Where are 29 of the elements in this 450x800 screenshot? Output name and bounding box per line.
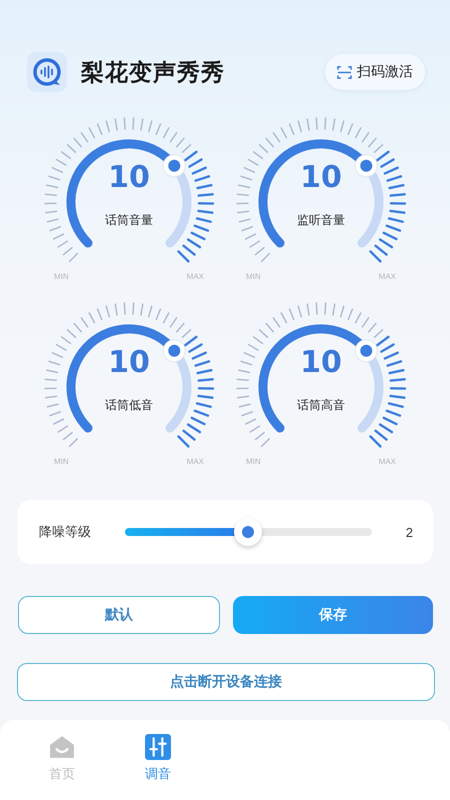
dial-value: 10 xyxy=(299,160,343,195)
dial-label: 话筒音量 xyxy=(104,212,154,229)
min-label: MIN xyxy=(54,457,69,466)
save-button[interactable]: 保存 xyxy=(233,596,433,634)
scan-activate-button[interactable]: 扫码激活 xyxy=(325,54,425,90)
dial-value: 10 xyxy=(299,345,343,380)
dial-label: 监听音量 xyxy=(296,212,346,229)
min-label: MIN xyxy=(246,457,261,466)
max-label: MAX xyxy=(378,272,396,281)
dial-label: 话筒低音 xyxy=(104,397,154,414)
min-label: MIN xyxy=(246,272,261,281)
noise-label: 降噪等级 xyxy=(39,524,91,541)
default-button[interactable]: 默认 xyxy=(18,596,220,634)
slider-thumb[interactable] xyxy=(234,518,262,546)
max-label: MAX xyxy=(378,457,396,466)
sliders-icon xyxy=(145,734,171,760)
home-icon xyxy=(49,734,75,760)
tab[interactable]: 调音 xyxy=(110,720,206,800)
app-logo-icon xyxy=(27,52,67,92)
scan-icon xyxy=(337,64,352,80)
max-label: MAX xyxy=(186,457,204,466)
dial-value: 10 xyxy=(107,160,151,195)
noise-reading: 2 xyxy=(406,524,413,540)
max-label: MAX xyxy=(186,272,204,281)
disconnect-button[interactable]: 点击断开设备连接 xyxy=(17,663,435,701)
dial-value: 10 xyxy=(107,345,151,380)
min-label: MIN xyxy=(54,272,69,281)
app-title: 梨花变声秀秀 xyxy=(81,58,226,88)
dial-label: 话筒高音 xyxy=(296,397,346,414)
